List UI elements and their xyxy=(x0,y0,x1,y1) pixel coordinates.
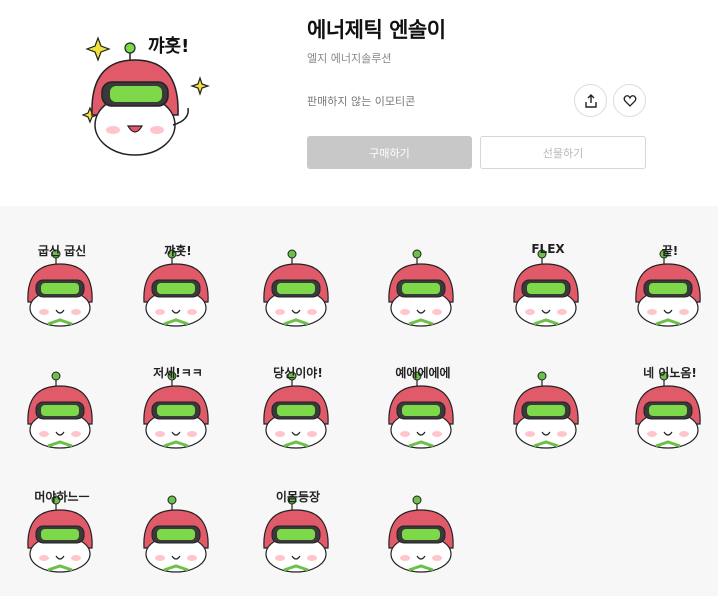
sticker-caption: 이몸등장 xyxy=(275,490,321,504)
sticker-item[interactable] xyxy=(375,476,471,576)
ensol-character-icon xyxy=(388,249,454,327)
share-icon xyxy=(584,93,597,108)
sticker-item[interactable]: 당신이야! xyxy=(250,352,346,452)
sticker-caption: 당신이야! xyxy=(273,366,323,380)
sticker-item[interactable]: 네 이노옴! xyxy=(622,352,718,452)
ensol-character-icon xyxy=(513,371,579,449)
sticker-caption: 네 이노옴! xyxy=(643,366,697,380)
ensol-character-icon xyxy=(27,371,93,449)
sticker-caption: 머야하느ㅡ xyxy=(34,490,90,504)
share-button[interactable] xyxy=(574,84,607,117)
sticker-item[interactable] xyxy=(500,352,596,452)
sticker-item[interactable]: 꺄홋! xyxy=(130,230,226,330)
sale-status: 판매하지 않는 이모티콘 xyxy=(307,95,416,108)
sticker-item[interactable]: 머야하느ㅡ xyxy=(14,476,110,576)
sticker-caption: 끝! xyxy=(661,244,679,258)
sticker-item[interactable]: 이몸등장 xyxy=(250,476,346,576)
like-button[interactable] xyxy=(613,84,646,117)
ensol-character-icon xyxy=(263,249,329,327)
sticker-caption: 꺄홋! xyxy=(164,244,192,258)
sticker-item[interactable]: 끝! xyxy=(622,230,718,330)
ensol-character-icon xyxy=(388,495,454,573)
sticker-item[interactable] xyxy=(250,230,346,330)
sticker-item[interactable] xyxy=(375,230,471,330)
gift-button[interactable]: 선물하기 xyxy=(480,136,646,169)
sticker-caption: 굽신 굽신 xyxy=(37,244,87,258)
sticker-item[interactable] xyxy=(130,476,226,576)
heart-icon xyxy=(623,94,636,107)
sticker-item[interactable]: 굽신 굽신 xyxy=(14,230,110,330)
buy-button[interactable]: 구매하기 xyxy=(307,136,472,169)
sticker-item[interactable]: 저세!ㅋㅋ xyxy=(130,352,226,452)
sticker-caption: 예에에에에 xyxy=(395,366,451,380)
sticker-grid: 굽신 굽신 꺄홋! FLEX 끝! 저세!ㅋㅋ 당신이야! 예에에에에 네 이노옴! 머야하느ㅡ… xyxy=(0,206,718,596)
ensol-character-icon xyxy=(143,495,209,573)
sticker-item[interactable]: 예에에에에 xyxy=(375,352,471,452)
main-sticker-caption: 꺄홋! xyxy=(148,36,190,57)
product-title: 에너제틱 엔솔이 xyxy=(307,18,446,42)
product-header: 꺄홋! 에너제틱 엔솔이 엘지 에너지솔루션 판매하지 않는 이모티콘 구매하기… xyxy=(0,0,718,206)
sticker-caption: 저세!ㅋㅋ xyxy=(153,366,203,380)
sticker-caption: FLEX xyxy=(531,242,565,256)
sticker-item[interactable]: FLEX xyxy=(500,230,596,330)
sticker-item[interactable] xyxy=(14,352,110,452)
author-name[interactable]: 엘지 에너지솔루션 xyxy=(307,50,391,66)
